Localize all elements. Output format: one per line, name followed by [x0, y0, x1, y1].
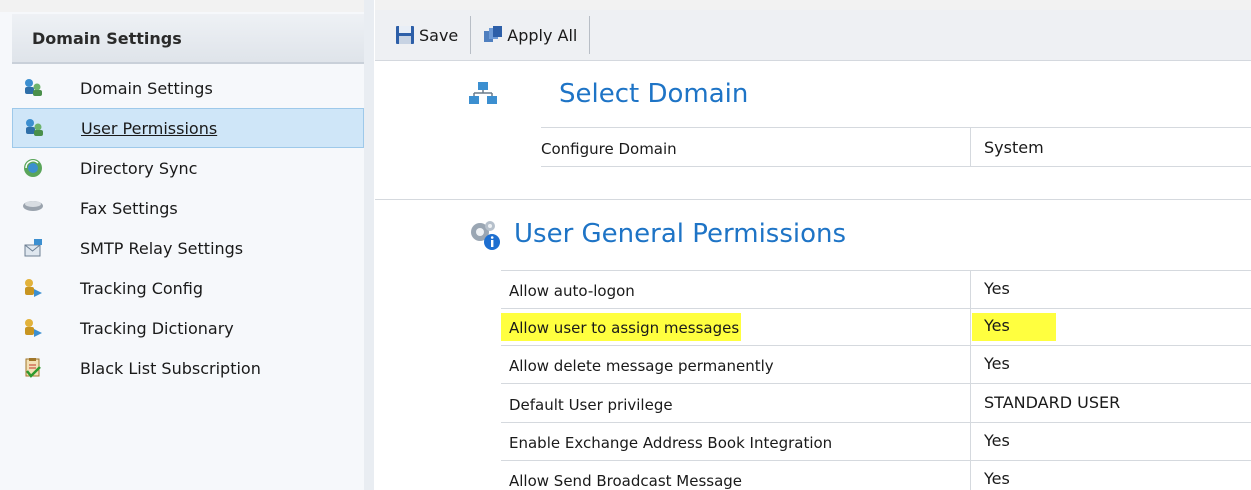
permission-row-value[interactable]: Yes	[984, 354, 1010, 373]
sidebar-item-tracking-dictionary[interactable]: Tracking Dictionary	[12, 308, 364, 348]
sidebar-item-tracking-config[interactable]: Tracking Config	[12, 268, 364, 308]
tracking-dictionary-icon	[25, 319, 42, 337]
user-general-permissions-title: User General Permissions	[514, 219, 847, 249]
splitter[interactable]	[364, 0, 374, 490]
apply-all-button[interactable]: Apply All	[477, 15, 583, 55]
permission-row-label: Allow delete message permanently	[509, 357, 774, 375]
sidebar-item-label: SMTP Relay Settings	[80, 238, 244, 258]
row-divider	[501, 422, 1251, 423]
sidebar-item-fax-settings[interactable]: Fax Settings	[12, 188, 364, 228]
value-separator	[970, 128, 971, 166]
row-divider	[501, 383, 1251, 384]
section-divider	[375, 199, 1251, 200]
top-strip	[375, 0, 1251, 10]
tracking-icon	[25, 279, 42, 297]
row-divider	[501, 345, 1251, 346]
permission-row-value[interactable]: Yes	[984, 469, 1010, 488]
sidebar-item-directory-sync[interactable]: Directory Sync	[12, 148, 364, 188]
users-domain-icon	[25, 79, 42, 96]
user-permissions-icon	[26, 119, 43, 136]
sidebar-top-strip	[0, 0, 374, 12]
save-button[interactable]: Save	[389, 15, 464, 55]
sidebar-item-user-permissions[interactable]: User Permissions	[12, 108, 364, 148]
permission-row-value[interactable]: Yes	[984, 279, 1010, 298]
toolbar: Save Apply All	[375, 10, 1251, 61]
gears-info-icon	[471, 221, 500, 250]
fax-icon	[23, 201, 43, 211]
permission-row-label: Default User privilege	[509, 396, 673, 414]
sidebar-item-label: Tracking Config	[80, 278, 204, 298]
permission-row-label: Allow user to assign messages	[509, 319, 740, 337]
toolbar-separator	[470, 16, 472, 54]
sidebar-item-label: Tracking Dictionary	[80, 318, 234, 338]
divider	[541, 127, 1251, 128]
save-label: Save	[419, 25, 459, 45]
value-separator	[970, 270, 971, 490]
permission-row-value[interactable]: Yes	[984, 316, 1010, 335]
permission-row-value[interactable]: Yes	[984, 431, 1010, 450]
select-domain-title: Select Domain	[559, 79, 749, 109]
network-domain-icon	[469, 82, 497, 104]
sidebar: Domain Settings Domain Settings User Per…	[0, 0, 374, 490]
sidebar-item-domain-settings[interactable]: Domain Settings	[12, 68, 364, 108]
sidebar-list: Domain Settings User Permissions Directo…	[12, 68, 364, 388]
toolbar-separator	[589, 16, 591, 54]
sidebar-item-black-list-subscription[interactable]: Black List Subscription	[12, 348, 364, 388]
save-icon	[396, 26, 414, 44]
sidebar-item-label: Fax Settings	[80, 198, 178, 218]
sidebar-item-smtp-relay-settings[interactable]: SMTP Relay Settings	[12, 228, 364, 268]
row-divider	[501, 308, 1251, 309]
blacklist-icon	[25, 358, 41, 378]
configure-domain-label: Configure Domain	[541, 140, 677, 158]
sidebar-item-label: Black List Subscription	[80, 358, 261, 378]
configure-domain-field[interactable]: System	[984, 138, 1044, 157]
row-divider	[501, 460, 1251, 461]
sidebar-item-label: Domain Settings	[80, 78, 213, 98]
sidebar-header: Domain Settings	[12, 14, 364, 64]
permission-row-value[interactable]: STANDARD USER	[984, 393, 1120, 412]
sidebar-item-label: Directory Sync	[80, 158, 198, 178]
divider	[541, 166, 1251, 167]
smtp-relay-icon	[24, 239, 42, 257]
directory-sync-icon	[24, 159, 42, 177]
permission-row-label: Enable Exchange Address Book Integration	[509, 434, 833, 452]
sidebar-item-label: User Permissions	[81, 118, 218, 138]
apply-all-label: Apply All	[507, 25, 578, 45]
apply-all-icon	[484, 26, 503, 42]
row-divider	[501, 270, 1251, 271]
permission-row-label: Allow auto-logon	[509, 282, 635, 300]
permission-row-label: Allow Send Broadcast Message	[509, 472, 743, 490]
